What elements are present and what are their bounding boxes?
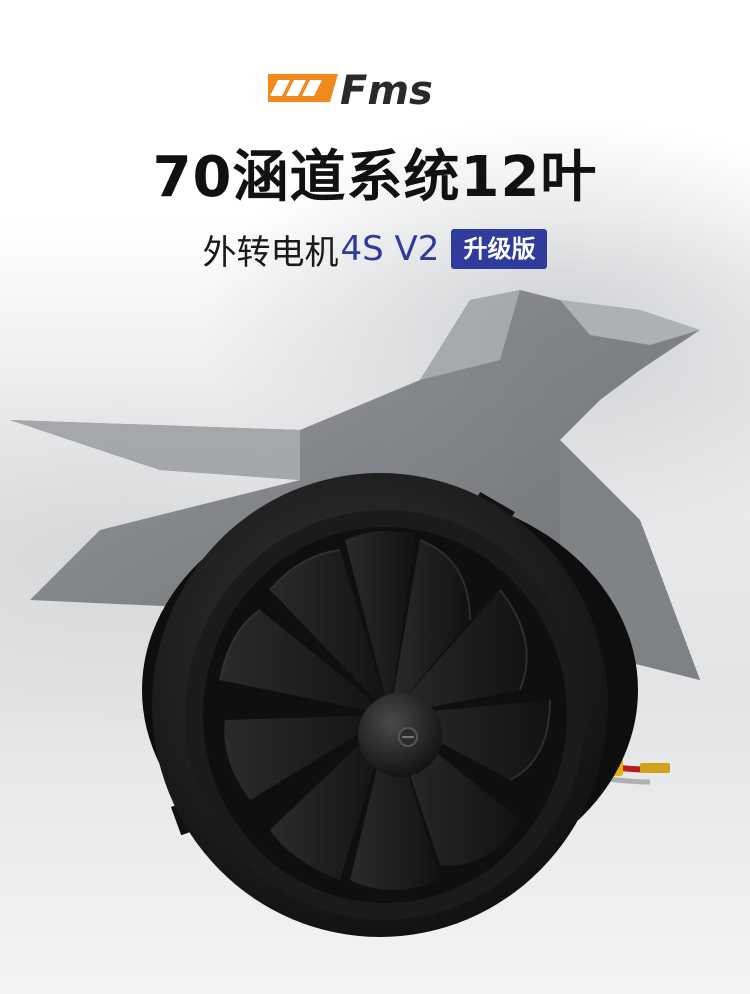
- page-title: 70涵道系统12叶: [152, 145, 598, 210]
- subtitle-prefix: 外转电机: [202, 232, 339, 273]
- brand-logo: Fms: [268, 62, 478, 114]
- logo-text: Fms: [340, 68, 433, 114]
- logo-wing-icon: [268, 74, 338, 102]
- subtitle-row: 外转电机 4S V2 升级版: [0, 224, 750, 274]
- subtitle-model: 4S V2: [340, 229, 440, 269]
- upgrade-badge: 升级版: [451, 229, 548, 269]
